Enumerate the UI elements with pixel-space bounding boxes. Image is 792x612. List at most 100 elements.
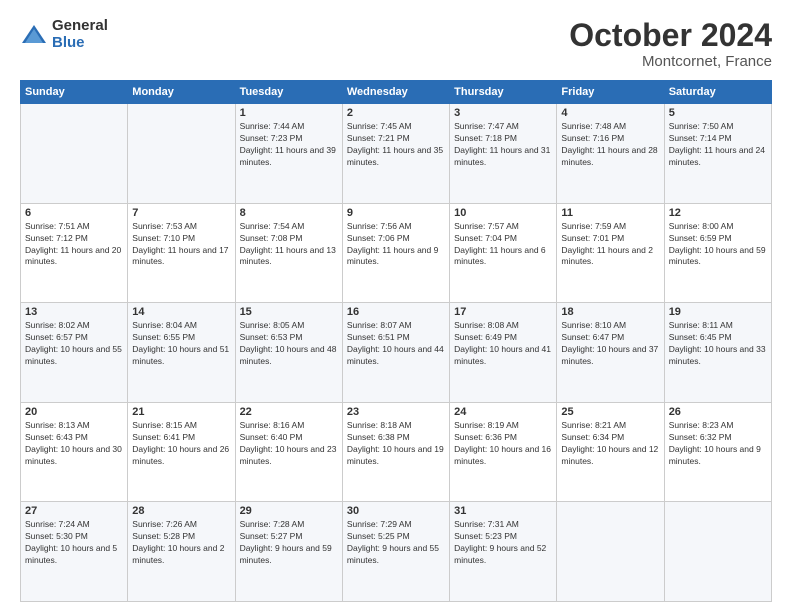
day-number: 6: [25, 207, 123, 219]
month-title: October 2024: [569, 18, 772, 53]
day-number: 20: [25, 406, 123, 418]
day-number: 1: [240, 107, 338, 119]
day-info: Sunrise: 8:23 AMSunset: 6:32 PMDaylight:…: [669, 420, 767, 468]
day-number: 7: [132, 207, 230, 219]
day-number: 13: [25, 306, 123, 318]
day-info: Sunrise: 8:15 AMSunset: 6:41 PMDaylight:…: [132, 420, 230, 468]
calendar-cell: 3 Sunrise: 7:47 AMSunset: 7:18 PMDaylight…: [450, 104, 557, 204]
calendar-cell: 4 Sunrise: 7:48 AMSunset: 7:16 PMDaylight…: [557, 104, 664, 204]
day-info: Sunrise: 7:53 AMSunset: 7:10 PMDaylight:…: [132, 221, 230, 269]
calendar-cell: 8 Sunrise: 7:54 AMSunset: 7:08 PMDaylight…: [235, 203, 342, 303]
day-number: 22: [240, 406, 338, 418]
calendar-cell: 31Sunrise: 7:31 AMSunset: 5:23 PMDayligh…: [450, 502, 557, 602]
location: Montcornet, France: [569, 53, 772, 70]
day-info: Sunrise: 8:16 AMSunset: 6:40 PMDaylight:…: [240, 420, 338, 468]
day-info: Sunrise: 8:18 AMSunset: 6:38 PMDaylight:…: [347, 420, 445, 468]
calendar-cell: 12 Sunrise: 8:00 AMSunset: 6:59 PMDayligh…: [664, 203, 771, 303]
calendar-cell: 6Sunrise: 7:51 AMSunset: 7:12 PMDaylight…: [21, 203, 128, 303]
calendar-cell: 9 Sunrise: 7:56 AMSunset: 7:06 PMDaylight…: [342, 203, 449, 303]
col-tuesday: Tuesday: [235, 81, 342, 104]
calendar-cell: [21, 104, 128, 204]
day-number: 8: [240, 207, 338, 219]
col-sunday: Sunday: [21, 81, 128, 104]
day-number: 21: [132, 406, 230, 418]
day-number: 19: [669, 306, 767, 318]
day-info: Sunrise: 7:56 AMSunset: 7:06 PMDaylight:…: [347, 221, 445, 269]
col-saturday: Saturday: [664, 81, 771, 104]
day-info: Sunrise: 7:57 AMSunset: 7:04 PMDaylight:…: [454, 221, 552, 269]
calendar-cell: 17 Sunrise: 8:08 AMSunset: 6:49 PMDayligh…: [450, 303, 557, 403]
day-number: 28: [132, 505, 230, 517]
calendar-week-row: 1 Sunrise: 7:44 AMSunset: 7:23 PMDaylight…: [21, 104, 772, 204]
calendar-cell: 19 Sunrise: 8:11 AMSunset: 6:45 PMDayligh…: [664, 303, 771, 403]
day-info: Sunrise: 8:05 AMSunset: 6:53 PMDaylight:…: [240, 320, 338, 368]
col-thursday: Thursday: [450, 81, 557, 104]
calendar-cell: 13 Sunrise: 8:02 AMSunset: 6:57 PMDayligh…: [21, 303, 128, 403]
calendar-cell: 30 Sunrise: 7:29 AMSunset: 5:25 PMDayligh…: [342, 502, 449, 602]
logo-general-text: General: [52, 18, 108, 35]
day-number: 31: [454, 505, 552, 517]
day-number: 30: [347, 505, 445, 517]
day-info: Sunrise: 7:29 AMSunset: 5:25 PMDaylight:…: [347, 519, 445, 567]
day-number: 11: [561, 207, 659, 219]
day-info: Sunrise: 8:10 AMSunset: 6:47 PMDaylight:…: [561, 320, 659, 368]
day-number: 3: [454, 107, 552, 119]
day-number: 27: [25, 505, 123, 517]
day-info: Sunrise: 8:02 AMSunset: 6:57 PMDaylight:…: [25, 320, 123, 368]
calendar-cell: 26Sunrise: 8:23 AMSunset: 6:32 PMDayligh…: [664, 402, 771, 502]
day-info: Sunrise: 7:50 AMSunset: 7:14 PMDaylight:…: [669, 121, 767, 169]
calendar-cell: 28 Sunrise: 7:26 AMSunset: 5:28 PMDayligh…: [128, 502, 235, 602]
calendar-cell: 29 Sunrise: 7:28 AMSunset: 5:27 PMDayligh…: [235, 502, 342, 602]
calendar-cell: [557, 502, 664, 602]
logo-text: General Blue: [52, 18, 108, 51]
col-monday: Monday: [128, 81, 235, 104]
calendar-cell: 23 Sunrise: 8:18 AMSunset: 6:38 PMDayligh…: [342, 402, 449, 502]
day-info: Sunrise: 8:19 AMSunset: 6:36 PMDaylight:…: [454, 420, 552, 468]
day-number: 17: [454, 306, 552, 318]
calendar-cell: 27Sunrise: 7:24 AMSunset: 5:30 PMDayligh…: [21, 502, 128, 602]
calendar-week-row: 20 Sunrise: 8:13 AMSunset: 6:43 PMDayligh…: [21, 402, 772, 502]
calendar-cell: 22 Sunrise: 8:16 AMSunset: 6:40 PMDayligh…: [235, 402, 342, 502]
day-info: Sunrise: 7:44 AMSunset: 7:23 PMDaylight:…: [240, 121, 338, 169]
day-info: Sunrise: 8:11 AMSunset: 6:45 PMDaylight:…: [669, 320, 767, 368]
day-number: 10: [454, 207, 552, 219]
calendar-cell: [128, 104, 235, 204]
calendar-cell: 16 Sunrise: 8:07 AMSunset: 6:51 PMDayligh…: [342, 303, 449, 403]
calendar-cell: 24 Sunrise: 8:19 AMSunset: 6:36 PMDayligh…: [450, 402, 557, 502]
calendar-cell: [664, 502, 771, 602]
calendar-week-row: 6Sunrise: 7:51 AMSunset: 7:12 PMDaylight…: [21, 203, 772, 303]
page: General Blue October 2024 Montcornet, Fr…: [0, 0, 792, 612]
day-number: 24: [454, 406, 552, 418]
day-info: Sunrise: 7:28 AMSunset: 5:27 PMDaylight:…: [240, 519, 338, 567]
logo-icon: [20, 21, 48, 49]
day-info: Sunrise: 7:54 AMSunset: 7:08 PMDaylight:…: [240, 221, 338, 269]
calendar-cell: 15 Sunrise: 8:05 AMSunset: 6:53 PMDayligh…: [235, 303, 342, 403]
day-info: Sunrise: 7:59 AMSunset: 7:01 PMDaylight:…: [561, 221, 659, 269]
calendar-cell: 21 Sunrise: 8:15 AMSunset: 6:41 PMDayligh…: [128, 402, 235, 502]
day-number: 23: [347, 406, 445, 418]
calendar-cell: 20 Sunrise: 8:13 AMSunset: 6:43 PMDayligh…: [21, 402, 128, 502]
day-number: 25: [561, 406, 659, 418]
header: General Blue October 2024 Montcornet, Fr…: [20, 18, 772, 70]
day-number: 29: [240, 505, 338, 517]
day-number: 15: [240, 306, 338, 318]
day-info: Sunrise: 7:47 AMSunset: 7:18 PMDaylight:…: [454, 121, 552, 169]
day-number: 2: [347, 107, 445, 119]
day-number: 5: [669, 107, 767, 119]
logo: General Blue: [20, 18, 108, 51]
day-info: Sunrise: 8:08 AMSunset: 6:49 PMDaylight:…: [454, 320, 552, 368]
day-info: Sunrise: 8:13 AMSunset: 6:43 PMDaylight:…: [25, 420, 123, 468]
logo-blue-text: Blue: [52, 35, 108, 52]
day-info: Sunrise: 7:45 AMSunset: 7:21 PMDaylight:…: [347, 121, 445, 169]
day-number: 9: [347, 207, 445, 219]
day-number: 18: [561, 306, 659, 318]
day-info: Sunrise: 8:00 AMSunset: 6:59 PMDaylight:…: [669, 221, 767, 269]
day-number: 4: [561, 107, 659, 119]
day-info: Sunrise: 8:07 AMSunset: 6:51 PMDaylight:…: [347, 320, 445, 368]
col-friday: Friday: [557, 81, 664, 104]
day-number: 12: [669, 207, 767, 219]
calendar-week-row: 27Sunrise: 7:24 AMSunset: 5:30 PMDayligh…: [21, 502, 772, 602]
day-info: Sunrise: 7:26 AMSunset: 5:28 PMDaylight:…: [132, 519, 230, 567]
day-number: 16: [347, 306, 445, 318]
day-info: Sunrise: 7:48 AMSunset: 7:16 PMDaylight:…: [561, 121, 659, 169]
